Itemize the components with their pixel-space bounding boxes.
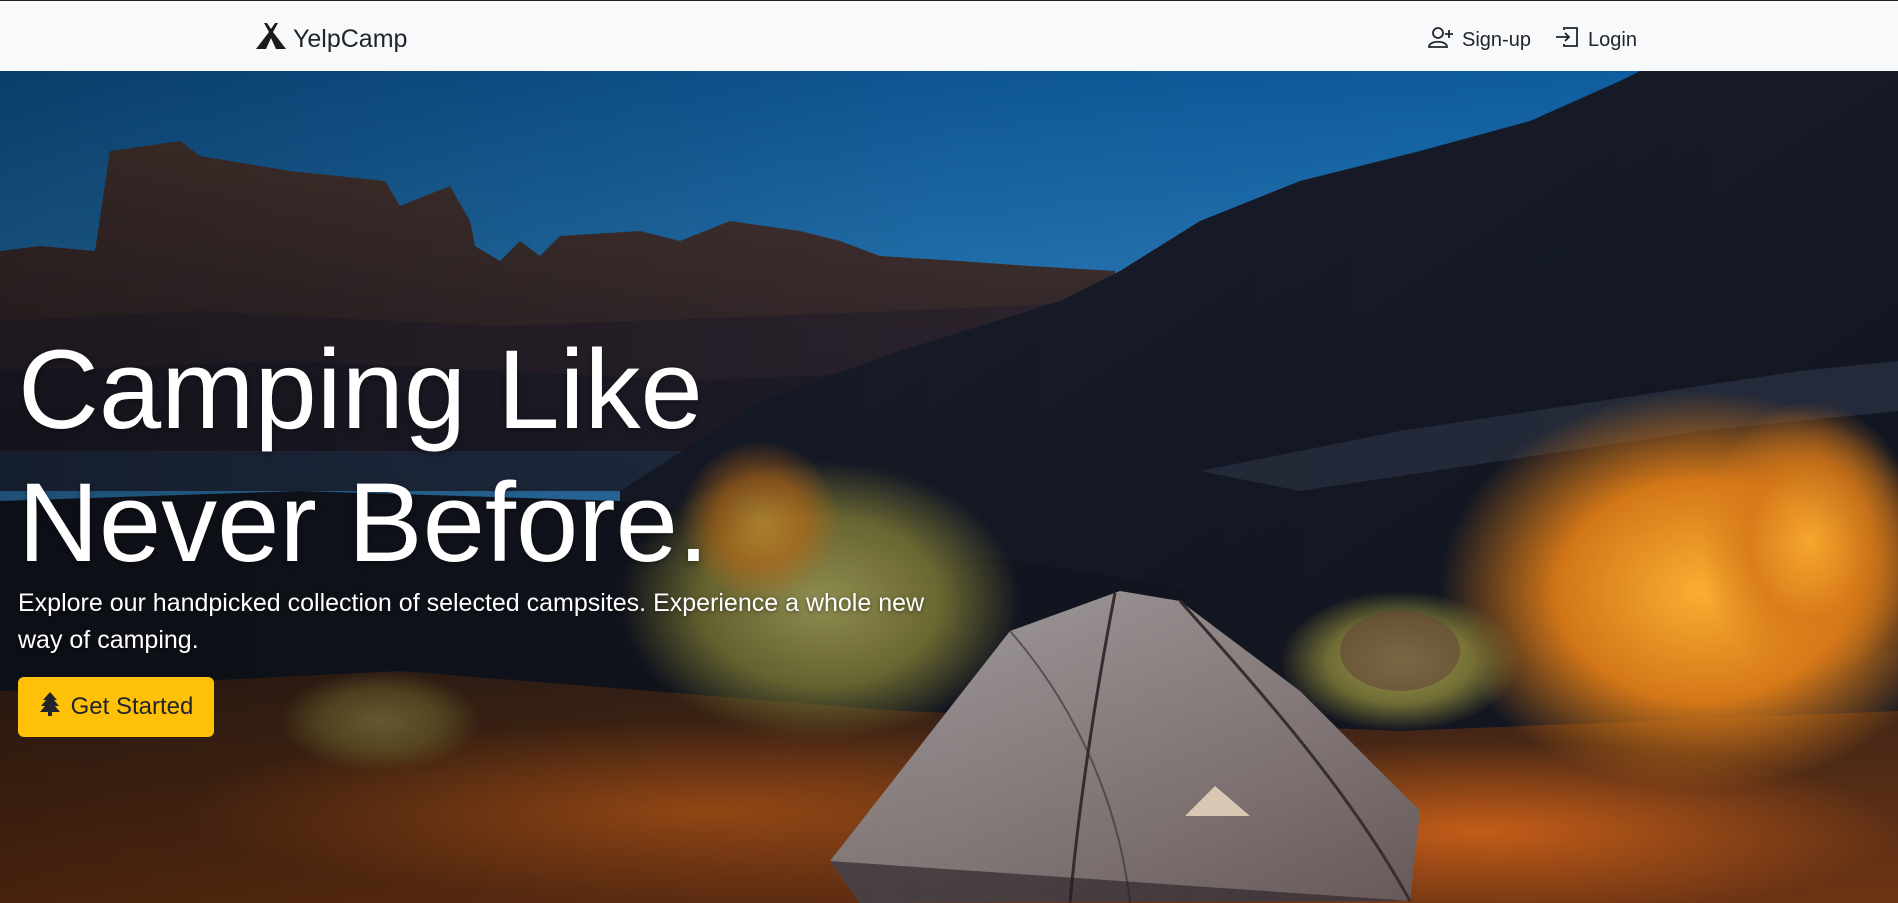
hero-headline-line2: Never Before. xyxy=(18,460,709,585)
login-label: Login xyxy=(1588,28,1637,51)
brand-link[interactable]: YelpCamp xyxy=(255,21,407,58)
hero-lead: Explore our handpicked collection of sel… xyxy=(18,589,925,654)
login-arrow-icon xyxy=(1554,25,1588,55)
hero-section: Camping Like Never Before. Explore our h… xyxy=(0,71,1898,903)
top-navbar: YelpCamp Sign-up Login xyxy=(0,0,1898,71)
brand-label: YelpCamp xyxy=(293,25,408,53)
person-plus-icon xyxy=(1428,25,1462,55)
tree-icon xyxy=(39,691,71,724)
signup-label: Sign-up xyxy=(1462,28,1531,51)
signup-link[interactable]: Sign-up xyxy=(1428,25,1531,55)
campground-icon xyxy=(255,21,293,58)
login-link[interactable]: Login xyxy=(1554,25,1637,55)
hero-headline-line1: Camping Like xyxy=(18,327,703,452)
get-started-button[interactable]: Get Started xyxy=(18,677,214,737)
hero-headline: Camping Like Never Before. xyxy=(18,323,778,589)
get-started-label: Get Started xyxy=(70,693,194,720)
